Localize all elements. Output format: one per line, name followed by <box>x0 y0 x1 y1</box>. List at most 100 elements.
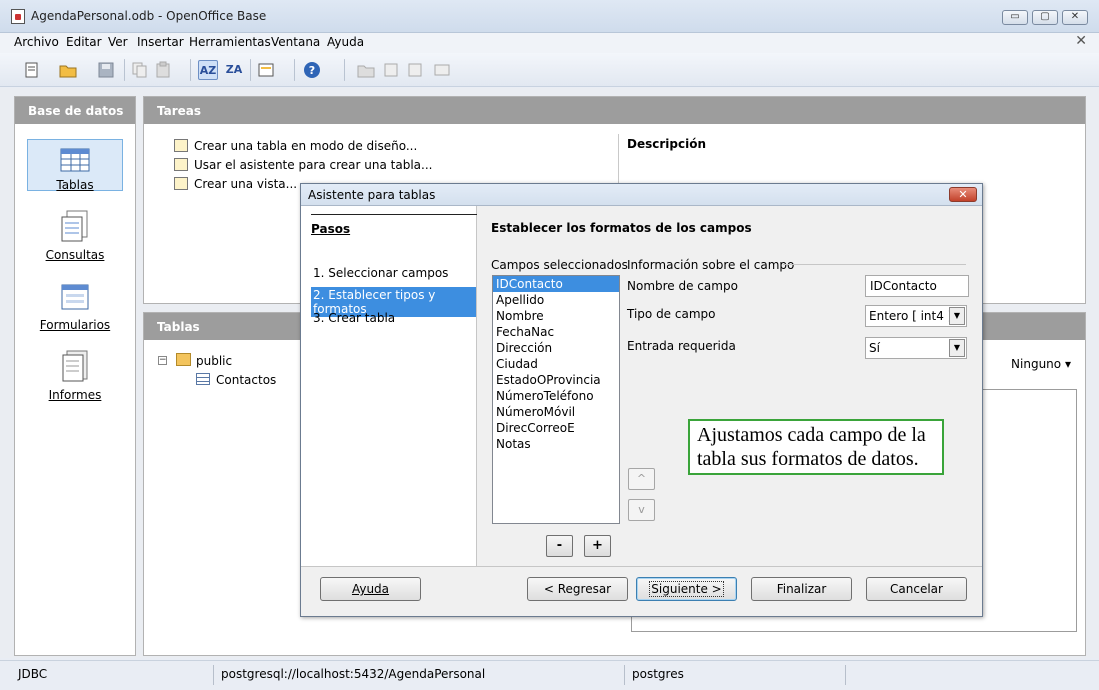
wizard-icon <box>174 158 188 171</box>
paste-icon[interactable] <box>154 60 174 80</box>
toolbar-separator <box>124 59 125 81</box>
list-item[interactable]: DirecCorreoE <box>493 420 619 436</box>
cancel-button[interactable]: Cancelar <box>866 577 967 601</box>
divider <box>783 264 966 265</box>
move-down-button[interactable]: v <box>628 499 655 521</box>
next-button[interactable]: Siguiente > <box>636 577 737 601</box>
menu-herramientas[interactable]: Herramientas <box>189 35 271 49</box>
db-item-formularios[interactable]: Formularios <box>27 279 123 332</box>
step-seleccionar-campos[interactable]: 1. Seleccionar campos <box>311 265 450 281</box>
button-label: Siguiente > <box>649 581 724 597</box>
description-label: Descripción <box>627 137 706 151</box>
divider <box>311 214 477 215</box>
dialog-title: Asistente para tablas <box>301 184 982 206</box>
save-icon[interactable] <box>96 60 116 80</box>
menu-ayuda[interactable]: Ayuda <box>327 35 364 49</box>
field-name-input[interactable]: IDContacto <box>865 275 969 297</box>
tree-item-contactos[interactable]: Contactos <box>216 373 276 387</box>
db-item-label: Consultas <box>45 248 105 262</box>
list-item[interactable]: Dirección <box>493 340 619 356</box>
toolbar-separator <box>190 59 191 81</box>
status-separator <box>213 665 214 685</box>
menu-editar[interactable]: Editar <box>66 35 102 49</box>
button-label: Finalizar <box>776 582 827 596</box>
copy-icon[interactable] <box>130 60 150 80</box>
sort-descending-icon[interactable]: ZA <box>224 60 244 80</box>
menu-ventana[interactable]: Ventana <box>271 35 320 49</box>
database-panel-header: Base de datos <box>15 97 135 124</box>
edit-icon[interactable] <box>382 60 402 80</box>
list-item[interactable]: Nombre <box>493 308 619 324</box>
forms-icon <box>59 279 91 313</box>
schema-folder-icon <box>176 353 191 366</box>
list-item[interactable]: Apellido <box>493 292 619 308</box>
move-up-button[interactable]: ^ <box>628 468 655 490</box>
title-bar: AgendaPersonal.odb - OpenOffice Base ▭ ▢… <box>0 0 1099 33</box>
help-icon[interactable]: ? <box>302 60 322 80</box>
steps-pane: Pasos 1. Seleccionar campos 2. Establece… <box>301 206 477 566</box>
task-create-table-design[interactable]: Crear una tabla en modo de diseño... <box>174 139 417 153</box>
list-item[interactable]: NúmeroTeléfono <box>493 388 619 404</box>
back-button[interactable]: < Regresar <box>527 577 628 601</box>
close-window-button[interactable]: ✕ <box>1062 10 1088 25</box>
step-heading: Establecer los formatos de los campos <box>491 221 752 235</box>
list-item[interactable]: Notas <box>493 436 619 452</box>
preview-mode-value: Ninguno <box>1011 357 1062 371</box>
open-database-object-icon[interactable] <box>356 60 376 80</box>
menu-archivo[interactable]: Archivo <box>14 35 59 49</box>
db-item-label: Informes <box>48 388 102 402</box>
preview-mode-dropdown[interactable]: Ninguno ▾ <box>1011 357 1071 371</box>
tree-item-public[interactable]: public <box>196 354 232 368</box>
db-item-label: Tablas <box>56 178 94 192</box>
task-label: Crear una vista... <box>194 177 298 191</box>
task-table-wizard[interactable]: Usar el asistente para crear una tabla..… <box>174 158 432 172</box>
list-item[interactable]: NúmeroMóvil <box>493 404 619 420</box>
status-user: postgres <box>632 667 684 681</box>
db-item-consultas[interactable]: Consultas <box>27 209 123 262</box>
status-driver: JDBC <box>18 667 48 681</box>
field-type-label: Tipo de campo <box>627 307 716 321</box>
dialog-close-button[interactable]: ✕ <box>949 187 977 202</box>
minimize-button[interactable]: ▭ <box>1002 10 1028 25</box>
steps-title: Pasos <box>311 222 351 236</box>
task-create-view[interactable]: Crear una vista... <box>174 177 297 191</box>
menu-bar: Archivo Editar Ver Insertar Herramientas… <box>0 33 1099 53</box>
tasks-panel-header: Tareas <box>144 97 1085 124</box>
list-item[interactable]: Ciudad <box>493 356 619 372</box>
list-item[interactable]: EstadoOProvincia <box>493 372 619 388</box>
add-field-button[interactable]: + <box>584 535 611 557</box>
close-document-icon[interactable]: ✕ <box>1075 33 1087 49</box>
list-item[interactable]: IDContacto <box>493 276 619 292</box>
field-type-select[interactable]: Entero [ int4 ] ▼ <box>865 305 967 327</box>
button-label: < Regresar <box>543 582 612 596</box>
list-item[interactable]: FechaNac <box>493 324 619 340</box>
field-info-label: Información sobre el campo <box>627 258 795 272</box>
toolbar-separator <box>250 59 251 81</box>
db-item-tablas[interactable]: Tablas <box>27 139 123 192</box>
open-folder-icon[interactable] <box>58 60 78 80</box>
help-button[interactable]: Ayuda <box>320 577 421 601</box>
new-document-icon[interactable] <box>22 60 42 80</box>
tree-collapse-icon[interactable]: − <box>158 356 167 365</box>
finish-button[interactable]: Finalizar <box>751 577 852 601</box>
menu-insertar[interactable]: Insertar <box>137 35 184 49</box>
table-icon <box>196 373 210 385</box>
table-wizard-dialog: Asistente para tablas ✕ Pasos 1. Selecci… <box>300 183 983 617</box>
selected-fields-list[interactable]: IDContacto Apellido Nombre FechaNac Dire… <box>492 275 620 524</box>
sort-ascending-icon[interactable]: AZ <box>198 60 218 80</box>
table-design-icon <box>174 139 188 152</box>
form-wizard-icon[interactable] <box>256 60 276 80</box>
rename-icon[interactable] <box>432 60 452 80</box>
app-icon <box>11 9 25 24</box>
status-separator <box>624 665 625 685</box>
step-crear-tabla[interactable]: 3. Crear tabla <box>311 310 397 326</box>
required-entry-select[interactable]: Sí ▼ <box>865 337 967 359</box>
maximize-button[interactable]: ▢ <box>1032 10 1058 25</box>
required-entry-label: Entrada requerida <box>627 339 736 353</box>
menu-ver[interactable]: Ver <box>108 35 128 49</box>
field-name-label: Nombre de campo <box>627 279 738 293</box>
db-item-informes[interactable]: Informes <box>27 349 123 402</box>
task-label: Crear una tabla en modo de diseño... <box>194 139 418 153</box>
remove-field-button[interactable]: - <box>546 535 573 557</box>
delete-icon[interactable] <box>406 60 426 80</box>
